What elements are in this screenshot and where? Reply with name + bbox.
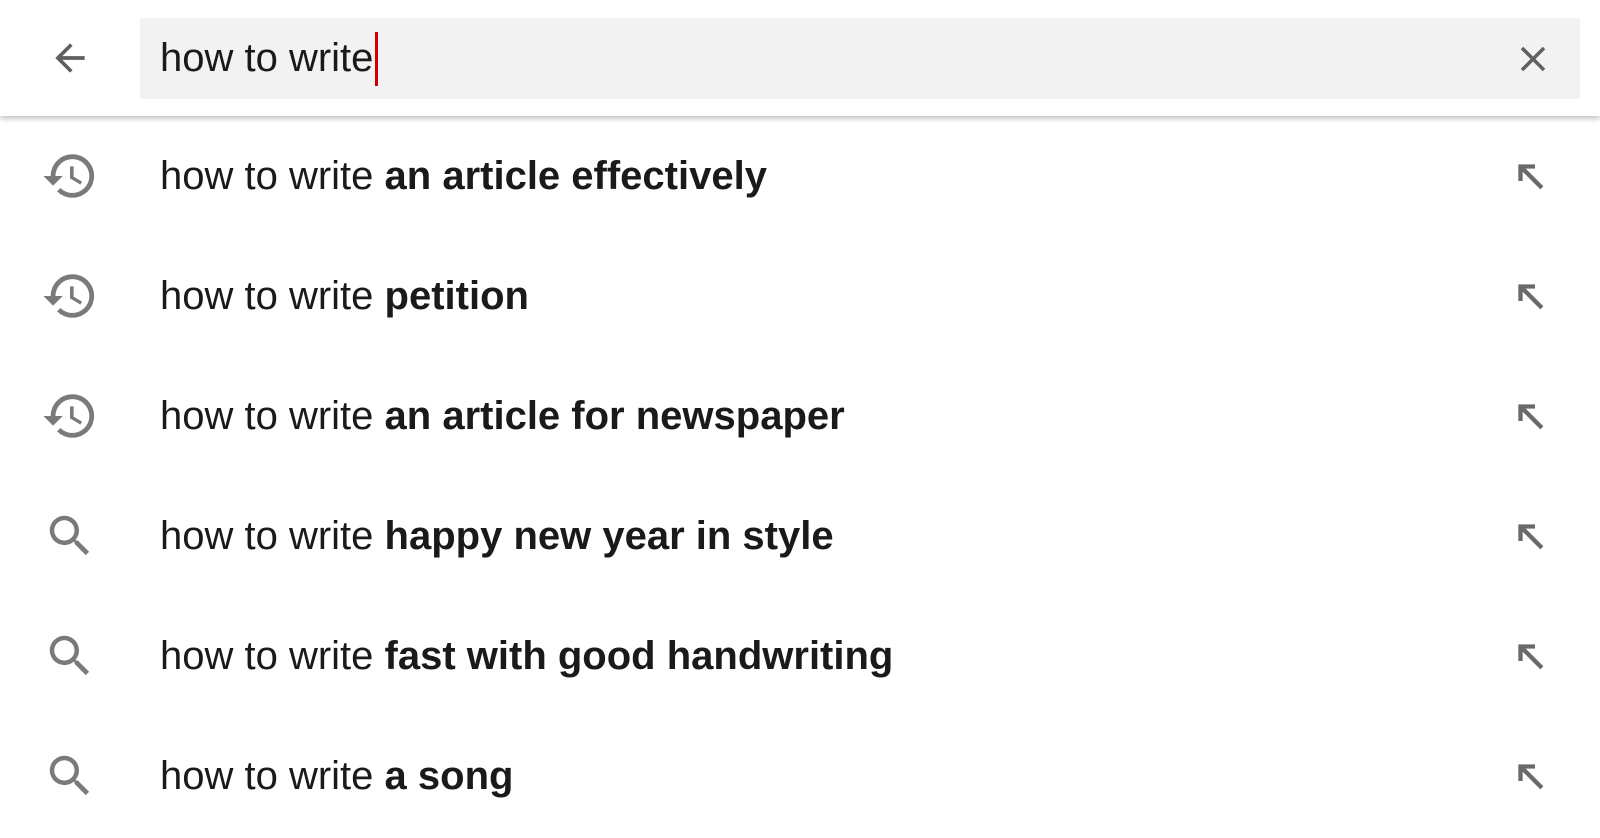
fill-query-button[interactable] bbox=[1500, 266, 1560, 326]
suggestion-completion: a song bbox=[384, 754, 514, 798]
suggestion-text: how to write happy new year in style bbox=[160, 476, 834, 596]
clear-search-button[interactable] bbox=[1504, 30, 1562, 88]
suggestion-prefix: how to write bbox=[160, 514, 385, 558]
search-icon bbox=[40, 746, 100, 806]
suggestion-prefix: how to write bbox=[160, 754, 385, 798]
suggestion-text: how to write petition bbox=[160, 236, 529, 356]
suggestion-prefix: how to write bbox=[160, 634, 385, 678]
suggestion-item[interactable]: how to write fast with good handwriting bbox=[0, 596, 1600, 716]
fill-query-button[interactable] bbox=[1500, 506, 1560, 566]
history-icon bbox=[40, 146, 100, 206]
suggestion-item[interactable]: how to write petition bbox=[0, 236, 1600, 356]
arrow-north-west-icon bbox=[1510, 636, 1550, 676]
suggestion-text: how to write an article for newspaper bbox=[160, 356, 845, 476]
fill-query-button[interactable] bbox=[1500, 626, 1560, 686]
suggestion-prefix: how to write bbox=[160, 154, 385, 198]
suggestion-completion: an article for newspaper bbox=[384, 394, 845, 438]
close-icon bbox=[1512, 38, 1554, 80]
arrow-north-west-icon bbox=[1510, 396, 1550, 436]
back-button[interactable] bbox=[30, 25, 110, 91]
suggestion-text: how to write an article effectively bbox=[160, 116, 767, 236]
search-icon bbox=[40, 626, 100, 686]
arrow-back-icon bbox=[48, 36, 92, 80]
suggestion-completion: fast with good handwriting bbox=[384, 634, 894, 678]
search-input[interactable] bbox=[160, 18, 1480, 99]
arrow-north-west-icon bbox=[1510, 756, 1550, 796]
suggestion-completion: petition bbox=[384, 274, 529, 318]
suggestion-item[interactable]: how to write a song bbox=[0, 716, 1600, 836]
suggestion-completion: an article effectively bbox=[384, 154, 767, 198]
search-header bbox=[0, 0, 1600, 116]
fill-query-button[interactable] bbox=[1500, 146, 1560, 206]
suggestion-completion: happy new year in style bbox=[384, 514, 834, 558]
arrow-north-west-icon bbox=[1510, 156, 1550, 196]
search-icon bbox=[40, 506, 100, 566]
fill-query-button[interactable] bbox=[1500, 386, 1560, 446]
suggestion-text: how to write a song bbox=[160, 716, 513, 836]
suggestion-item[interactable]: how to write happy new year in style bbox=[0, 476, 1600, 596]
suggestion-item[interactable]: how to write an article effectively bbox=[0, 116, 1600, 236]
search-box bbox=[140, 18, 1580, 99]
suggestion-list: how to write an article effectively how … bbox=[0, 116, 1600, 836]
arrow-north-west-icon bbox=[1510, 516, 1550, 556]
suggestion-prefix: how to write bbox=[160, 274, 385, 318]
suggestion-item[interactable]: how to write an article for newspaper bbox=[0, 356, 1600, 476]
arrow-north-west-icon bbox=[1510, 276, 1550, 316]
suggestion-text: how to write fast with good handwriting bbox=[160, 596, 893, 716]
text-cursor bbox=[375, 32, 379, 86]
suggestion-prefix: how to write bbox=[160, 394, 385, 438]
history-icon bbox=[40, 386, 100, 446]
history-icon bbox=[40, 266, 100, 326]
fill-query-button[interactable] bbox=[1500, 746, 1560, 806]
